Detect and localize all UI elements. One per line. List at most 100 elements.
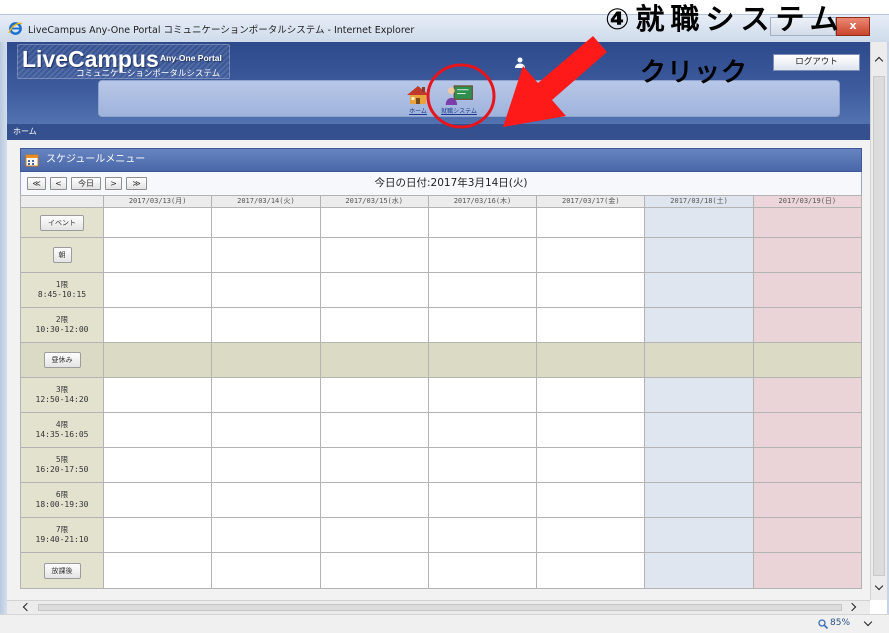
schedule-cell[interactable]: [645, 273, 754, 308]
schedule-cell[interactable]: [537, 238, 646, 273]
schedule-cell[interactable]: [645, 553, 754, 589]
schedule-cell[interactable]: [753, 518, 862, 553]
schedule-cell[interactable]: [537, 518, 646, 553]
schedule-cell[interactable]: [320, 208, 429, 238]
livecampus-logo[interactable]: LiveCampus Any-One Portal コミュニケーションポータルシ…: [17, 44, 230, 79]
schedule-cell[interactable]: [753, 413, 862, 448]
lunch-cell[interactable]: [428, 343, 538, 378]
schedule-cell[interactable]: [104, 273, 213, 308]
schedule-cell[interactable]: [428, 308, 538, 343]
schedule-cell[interactable]: [320, 238, 429, 273]
schedule-cell[interactable]: [104, 413, 213, 448]
schedule-cell[interactable]: [212, 413, 321, 448]
lunch-cell[interactable]: [537, 343, 646, 378]
schedule-cell[interactable]: [428, 413, 538, 448]
schedule-cell[interactable]: [428, 273, 538, 308]
schedule-cell[interactable]: [753, 273, 862, 308]
schedule-cell[interactable]: [537, 308, 646, 343]
schedule-cell[interactable]: [645, 518, 754, 553]
schedule-cell[interactable]: [645, 308, 754, 343]
schedule-cell[interactable]: [537, 448, 646, 483]
after-school-button[interactable]: 放課後: [43, 562, 81, 579]
nav-item-home[interactable]: ホーム: [401, 85, 435, 115]
schedule-cell[interactable]: [753, 378, 862, 413]
schedule-cell[interactable]: [537, 273, 646, 308]
schedule-cell[interactable]: [537, 553, 646, 589]
magnifier-icon[interactable]: [818, 619, 828, 629]
event-button[interactable]: イベント: [40, 214, 84, 231]
schedule-cell[interactable]: [320, 553, 429, 589]
zoom-level[interactable]: 85%: [830, 618, 850, 629]
schedule-cell[interactable]: [753, 208, 862, 238]
schedule-cell[interactable]: [428, 208, 538, 238]
schedule-cell[interactable]: [104, 208, 213, 238]
schedule-cell[interactable]: [537, 208, 646, 238]
prev-week-button[interactable]: <: [50, 177, 67, 190]
schedule-cell[interactable]: [104, 553, 213, 589]
morning-button[interactable]: 朝: [52, 247, 72, 263]
horizontal-scroll-thumb[interactable]: [38, 604, 842, 611]
schedule-cell[interactable]: [212, 448, 321, 483]
schedule-cell[interactable]: [212, 553, 321, 589]
schedule-cell[interactable]: [104, 448, 213, 483]
schedule-cell[interactable]: [753, 238, 862, 273]
breadcrumb-home[interactable]: ホーム: [13, 124, 37, 140]
schedule-cell[interactable]: [320, 273, 429, 308]
schedule-cell[interactable]: [537, 483, 646, 518]
schedule-cell[interactable]: [428, 448, 538, 483]
lunch-cell[interactable]: [320, 343, 429, 378]
last-week-button[interactable]: ≫: [126, 177, 147, 190]
chevron-up-icon[interactable]: [874, 56, 884, 66]
schedule-cell[interactable]: [104, 378, 213, 413]
schedule-cell[interactable]: [428, 378, 538, 413]
schedule-cell[interactable]: [320, 518, 429, 553]
schedule-cell[interactable]: [645, 238, 754, 273]
schedule-cell[interactable]: [537, 413, 646, 448]
schedule-cell[interactable]: [104, 308, 213, 343]
nav-label-job-system[interactable]: 就職システム: [441, 106, 477, 115]
schedule-cell[interactable]: [320, 483, 429, 518]
schedule-cell[interactable]: [104, 518, 213, 553]
schedule-cell[interactable]: [753, 308, 862, 343]
chevron-down-icon[interactable]: [874, 581, 884, 591]
chevron-down-icon[interactable]: [863, 617, 873, 627]
schedule-cell[interactable]: [753, 448, 862, 483]
schedule-cell[interactable]: [212, 238, 321, 273]
schedule-cell[interactable]: [645, 413, 754, 448]
schedule-cell[interactable]: [537, 378, 646, 413]
schedule-cell[interactable]: [645, 208, 754, 238]
lunch-cell[interactable]: [645, 343, 754, 378]
schedule-cell[interactable]: [212, 518, 321, 553]
schedule-cell[interactable]: [212, 483, 321, 518]
schedule-cell[interactable]: [320, 378, 429, 413]
vertical-scroll-thumb[interactable]: [873, 76, 885, 576]
schedule-cell[interactable]: [212, 378, 321, 413]
schedule-cell[interactable]: [753, 483, 862, 518]
schedule-cell[interactable]: [320, 413, 429, 448]
vertical-scrollbar[interactable]: [870, 42, 887, 600]
schedule-cell[interactable]: [320, 448, 429, 483]
schedule-cell[interactable]: [104, 238, 213, 273]
schedule-cell[interactable]: [320, 308, 429, 343]
nav-item-job-system[interactable]: 就職システム: [435, 85, 483, 115]
next-week-button[interactable]: >: [105, 177, 122, 190]
schedule-cell[interactable]: [428, 518, 538, 553]
lunch-cell[interactable]: [212, 343, 321, 378]
lunch-button[interactable]: 昼休み: [43, 352, 81, 368]
nav-label-home[interactable]: ホーム: [409, 106, 427, 115]
schedule-cell[interactable]: [212, 308, 321, 343]
chevron-right-icon[interactable]: [847, 602, 857, 612]
schedule-cell[interactable]: [645, 483, 754, 518]
schedule-cell[interactable]: [753, 553, 862, 589]
logout-button[interactable]: ログアウト: [773, 54, 860, 71]
schedule-cell[interactable]: [645, 448, 754, 483]
schedule-cell[interactable]: [212, 273, 321, 308]
schedule-cell[interactable]: [645, 378, 754, 413]
schedule-cell[interactable]: [212, 208, 321, 238]
today-button[interactable]: 今日: [71, 177, 101, 190]
first-week-button[interactable]: ≪: [27, 177, 46, 190]
chevron-left-icon[interactable]: [22, 602, 32, 612]
schedule-cell[interactable]: [428, 483, 538, 518]
lunch-cell[interactable]: [753, 343, 862, 378]
schedule-cell[interactable]: [428, 238, 538, 273]
